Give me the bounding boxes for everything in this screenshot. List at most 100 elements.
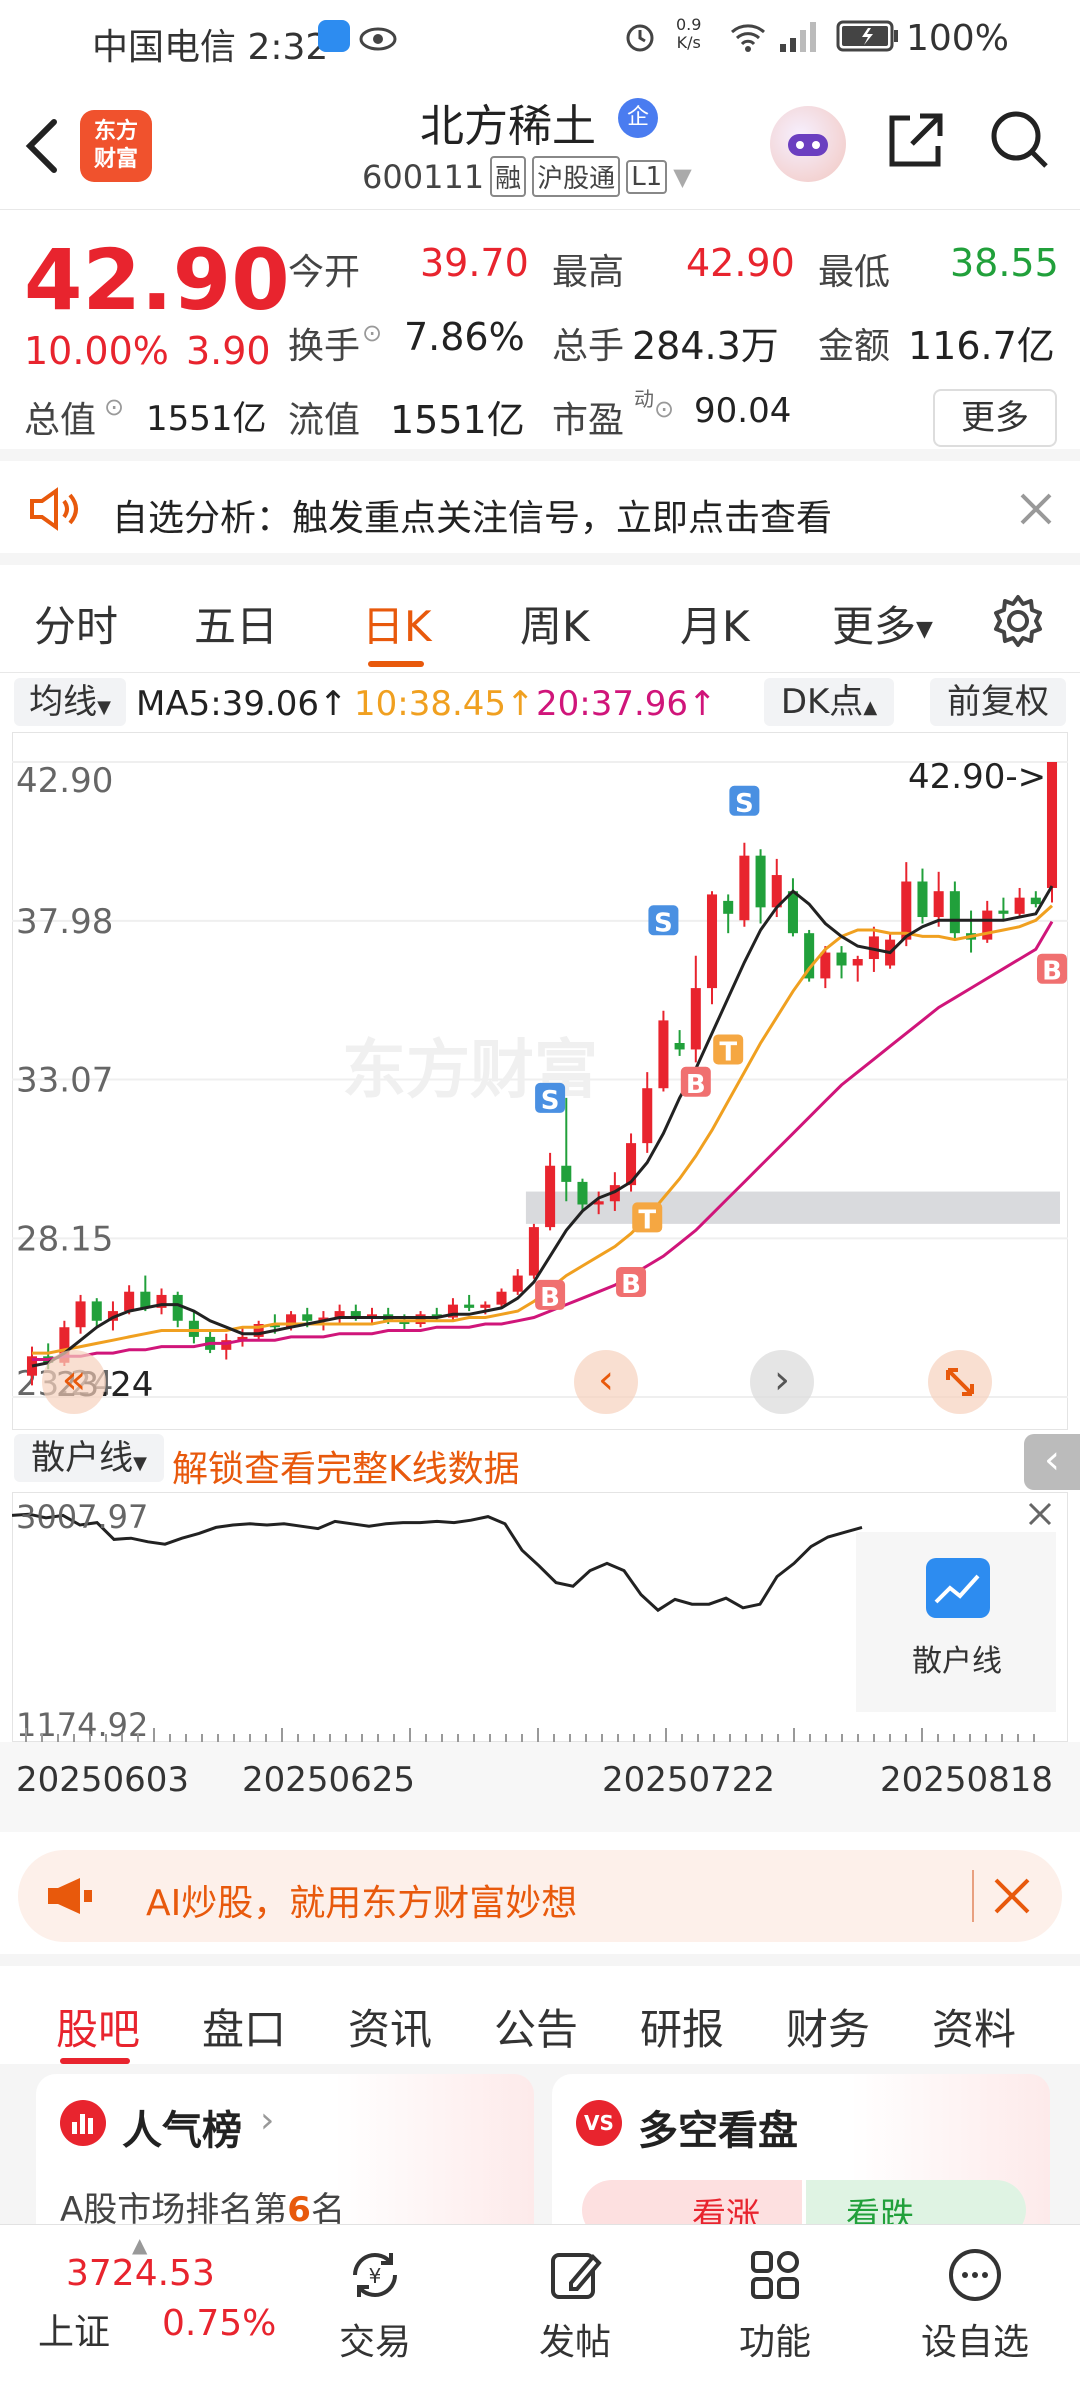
date-label: 20250818 [880,1760,1054,1800]
bottom-navigation: ▲ 3724.53 上证 0.75% ¥ 交易 发帖 功能 设自选 [0,2224,1080,2400]
pe-label: 市盈 [552,400,625,441]
volume-value: 284.3万 [632,324,779,368]
tab-monthly-k[interactable]: 月K [680,593,750,654]
tab-forum[interactable]: 股吧 [56,1996,140,2057]
tab-news[interactable]: 资讯 [348,1996,432,2057]
stock-code-row[interactable]: 600111 融 沪股通 L1 ▼ [362,156,692,197]
close-icon[interactable] [1018,491,1054,536]
nav-add-watchlist[interactable]: 设自选 [900,2245,1050,2365]
tab-more[interactable]: 更多▼ [832,593,933,654]
candle-body [836,952,847,966]
assistant-avatar[interactable] [770,106,846,182]
tab-finance[interactable]: 财务 [786,1996,870,2057]
candle-body [1014,897,1025,914]
analysis-notice[interactable]: 自选分析：触发重点关注信号，立即点击查看 [0,461,1080,565]
turnover-value: 7.86% [404,315,525,359]
dk-point-select[interactable]: DK点▲ [764,678,894,726]
open-value: 39.70 [420,241,529,285]
ai-promo-banner[interactable]: AI炒股，就用东方财富妙想 [18,1850,1062,1942]
signal-marker-label: B [686,1070,706,1100]
high-label: 最高 [552,252,625,293]
carrier-time: 中国电信 2:32 [92,27,329,68]
low-value: 38.55 [950,241,1059,285]
volume-label: 总手 [552,326,625,367]
retail-line-icon [926,1558,990,1618]
popularity-card[interactable]: 人气榜 › A股市场排名第6名 [36,2074,534,2244]
fast-back-icon[interactable]: « [42,1350,106,1414]
tab-intraday[interactable]: 分时 [34,593,118,654]
unlock-kline-link[interactable]: 解锁查看完整K线数据 [172,1440,520,1492]
candle-body [302,1314,313,1321]
quote-panel: 42.90 10.00% 3.90 今开 39.70 最高 42.90 最低 3… [0,211,1080,461]
close-icon[interactable] [990,1874,1034,1927]
nav-trade[interactable]: ¥ 交易 [300,2245,450,2365]
candle-body [852,959,863,966]
sub-chart-controls: 散户线▼ 解锁查看完整K线数据 ‹ [0,1432,1080,1490]
tag-connect: 沪股通 [532,156,621,197]
tab-daily-k[interactable]: 日K [362,593,432,654]
candle-body [91,1301,102,1321]
candle-body [512,1275,523,1292]
candle-body [787,891,798,934]
app-logo: 东方 财富 [80,110,152,182]
tab-weekly-k[interactable]: 周K [520,593,590,654]
retail-line-widget[interactable]: 散户线 [856,1532,1056,1712]
share-icon[interactable] [884,108,948,176]
candle-body [690,988,701,1050]
back-button[interactable] [22,116,62,180]
retail-line-chart[interactable]: 3007.97 1174.92 散户线 [11,1491,1069,1744]
y-max-label: 3007.97 [16,1498,148,1536]
nav-functions[interactable]: 功能 [700,2245,850,2365]
tab-order-book[interactable]: 盘口 [202,1996,286,2057]
signal-marker-label: T [638,1205,656,1235]
candle-body [998,910,1009,914]
candle-body [706,894,718,989]
settings-gear-icon[interactable] [990,593,1046,653]
active-tab-indicator [368,661,424,667]
candle-body [140,1291,151,1308]
more-quote-button[interactable]: 更多 [933,389,1057,447]
chevron-right-icon[interactable]: › [750,1350,814,1414]
candle-body [755,855,766,908]
edit-icon [551,2253,602,2299]
adjust-select[interactable]: 前复权 [930,678,1066,726]
nav-post[interactable]: 发帖 [500,2245,650,2365]
svg-text:¥: ¥ [369,2264,382,2288]
stock-header: 东方 财富 北方稀土 企 600111 融 沪股通 L1 ▼ [0,80,1080,210]
candle-body [739,855,750,921]
candle-body [528,1227,539,1276]
date-label: 20250625 [242,1760,416,1800]
y-tick-label: 42.90 [16,761,113,801]
chevron-left-icon[interactable]: ‹ [574,1350,638,1414]
period-tabs: 分时 五日 日K 周K 月K 更多▼ [0,565,1080,673]
candle-body [658,1020,669,1089]
bull-bear-title: 多空看盘 [638,2108,798,2154]
feature-cards: 人气榜 › A股市场排名第6名 VS 多空看盘 看涨 看跌 [0,2064,1080,2244]
index-value[interactable]: 3724.53 [66,2253,215,2294]
y-min-label: 1174.92 [16,1706,148,1742]
expand-icon[interactable] [928,1350,992,1414]
kline-chart[interactable]: 东方财富42.9037.9833.0728.1523.24SBBTSBTSB42… [11,731,1069,1431]
signal-marker-label: S [541,1086,560,1116]
candle-body [188,1320,199,1337]
ma-select[interactable]: 均线▼ [14,678,126,726]
tab-profile[interactable]: 资料 [932,1996,1016,2057]
collapse-panel-icon[interactable]: ‹ [1024,1434,1080,1490]
amount-value: 116.7亿 [908,324,1055,368]
index-name: 上证 [38,2312,111,2353]
bull-bear-card[interactable]: VS 多空看盘 看涨 看跌 [552,2074,1050,2244]
turnover-label: 换手 [288,326,361,367]
candle-body [642,1088,653,1144]
search-icon[interactable] [988,108,1052,176]
tab-five-day[interactable]: 五日 [194,593,278,654]
stock-name: 北方稀土 [420,101,596,152]
indicator-select[interactable]: 散户线▼ [14,1434,164,1482]
tab-announcements[interactable]: 公告 [494,1996,578,2057]
ma5-value: MA5:39.06↑ [136,684,348,724]
candle-body [496,1291,507,1305]
speaker-icon [26,487,82,540]
tab-research[interactable]: 研报 [640,1996,724,2057]
close-icon[interactable] [1026,1500,1054,1532]
chart-bars-icon [60,2100,106,2146]
high-value: 42.90 [686,241,795,285]
